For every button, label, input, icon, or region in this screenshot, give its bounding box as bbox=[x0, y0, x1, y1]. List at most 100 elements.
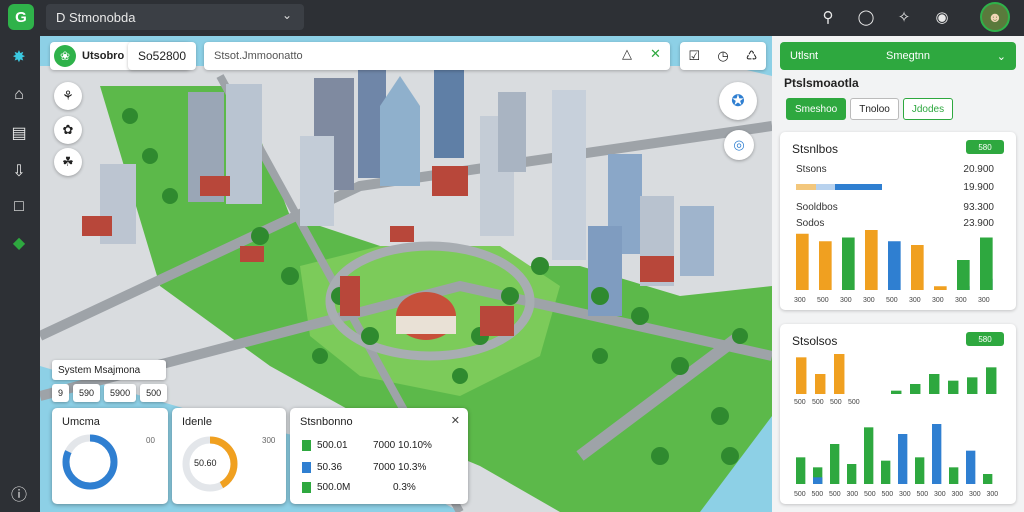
tick-label: 500 bbox=[794, 399, 806, 406]
top-bar: G D Stmonobda ⌄ ⚲ ◯ ✧ ◉ ☻ bbox=[0, 0, 1024, 36]
stats-row-value: 7000 10.3% bbox=[373, 462, 427, 473]
clipboard-icon[interactable]: ☑ bbox=[689, 48, 701, 64]
stats-card-title: Stsnbonno bbox=[300, 416, 353, 428]
tick-label: 500 bbox=[882, 491, 894, 498]
clipboard-icon[interactable]: ▤ bbox=[8, 122, 30, 144]
chart-bar bbox=[813, 477, 823, 484]
circle-icon[interactable]: ◯ bbox=[856, 6, 876, 28]
map-search-placeholder: Stsot.Jmmoonatto bbox=[214, 50, 303, 62]
map-toolbar-label: Utsobro bbox=[82, 50, 125, 62]
stats-row: 500.0M 0.3% bbox=[302, 482, 416, 493]
system-chip[interactable]: 500 bbox=[140, 384, 168, 402]
tools-icon[interactable]: ✧ bbox=[894, 6, 914, 28]
tick-label: 300 bbox=[840, 297, 852, 304]
chart-bar bbox=[847, 464, 857, 484]
tab-2[interactable]: Tnoloo bbox=[850, 98, 899, 120]
chart-bar bbox=[830, 444, 840, 484]
chart-bar bbox=[881, 460, 891, 484]
tick-label: 300 bbox=[863, 297, 875, 304]
tick-label: 300 bbox=[932, 297, 944, 304]
bar-chart-1: 300 500 300 300 500 300 300 300 300 bbox=[794, 230, 993, 304]
stats-row-label: 500.0M bbox=[317, 482, 351, 493]
chart-bar bbox=[949, 467, 959, 484]
stats-panel-1: Stsnlbos 580 Stsons 20.900 19.900 Sooldb… bbox=[780, 132, 1016, 310]
system-label: System Msajmona bbox=[52, 360, 166, 380]
tick-label: 500 bbox=[829, 491, 841, 498]
tree-icon[interactable]: ✿ bbox=[54, 116, 82, 144]
lock-icon[interactable]: △ bbox=[622, 46, 632, 62]
close-icon[interactable]: ✕ bbox=[451, 414, 460, 427]
avatar[interactable]: ☻ bbox=[980, 2, 1010, 32]
chart-bar bbox=[932, 424, 942, 484]
chart-bar bbox=[966, 450, 976, 484]
map-search-input[interactable]: Stsot.Jmmoonatto △ ✕ bbox=[204, 42, 670, 70]
compass-icon[interactable]: ✪ bbox=[719, 82, 757, 120]
stats-card: Stsnbonno ✕ 500.01 7000 10.10% 50.36 700… bbox=[290, 408, 468, 504]
tick-label: 500 bbox=[848, 399, 860, 406]
close-icon[interactable]: ✕ bbox=[650, 46, 661, 62]
donut-card-2: Idenle 300 50.60 bbox=[172, 408, 286, 504]
chart-bar bbox=[934, 286, 947, 290]
chart-bar bbox=[891, 390, 902, 394]
share-icon[interactable]: ♺ bbox=[746, 48, 758, 64]
left-sidebar: ✸ ⌂ ▤ ⇩ □ ◆ ⓘ bbox=[0, 36, 40, 512]
chart-bar bbox=[983, 474, 993, 484]
home-icon[interactable]: ⌂ bbox=[8, 84, 30, 106]
locate-icon[interactable]: ◎ bbox=[724, 130, 754, 160]
panel-header-a: Utlsnt bbox=[790, 50, 819, 62]
stats-row-value: 7000 10.10% bbox=[373, 440, 432, 451]
right-panel: Utlsnt Smegtnn ⌄ Ptslsmoaotla Smeshoo Tn… bbox=[772, 36, 1024, 512]
tick-label: 500 bbox=[817, 297, 829, 304]
bike-icon[interactable]: ⚘ bbox=[54, 82, 82, 110]
network-icon[interactable]: ✸ bbox=[8, 46, 30, 68]
plant-icon[interactable]: ☘ bbox=[54, 148, 82, 176]
chart-bar bbox=[986, 367, 997, 394]
notification-icon[interactable]: ◉ bbox=[932, 6, 952, 28]
donut-chart-2 bbox=[182, 436, 238, 492]
chevron-down-icon: ⌄ bbox=[281, 8, 292, 22]
tick-label: 300 bbox=[847, 491, 859, 498]
help-icon[interactable]: ⓘ bbox=[8, 482, 30, 504]
tick-label: 500 bbox=[917, 491, 929, 498]
layers-icon[interactable]: ◆ bbox=[8, 232, 30, 254]
chart-bar bbox=[911, 245, 924, 290]
project-select[interactable]: D Stmonobda ⌄ bbox=[46, 4, 304, 30]
tab-1[interactable]: Smeshoo bbox=[786, 98, 847, 120]
tick-label: 300 bbox=[934, 491, 946, 498]
legend-swatch bbox=[302, 440, 311, 451]
download-icon[interactable]: ⇩ bbox=[8, 160, 30, 182]
system-chip[interactable]: 9 bbox=[52, 384, 70, 402]
tick-label: 300 bbox=[987, 491, 999, 498]
system-chip[interactable]: 590 bbox=[73, 384, 101, 402]
donut-chart-1 bbox=[62, 434, 118, 490]
chart-bar bbox=[957, 260, 970, 290]
tick-label: 500 bbox=[812, 491, 824, 498]
square-icon[interactable]: □ bbox=[8, 196, 30, 218]
stats-row-label: 500.01 bbox=[317, 440, 348, 451]
chart-bar bbox=[929, 374, 940, 394]
leaf-icon: ❀ bbox=[54, 45, 76, 67]
panel-subtitle: Ptslsmoaotla bbox=[784, 76, 859, 90]
panel-header[interactable]: Utlsnt Smegtnn ⌄ bbox=[780, 42, 1016, 70]
chart-bar bbox=[865, 230, 878, 290]
system-chip[interactable]: 5900 bbox=[104, 384, 137, 402]
clock-icon[interactable]: ◷ bbox=[717, 48, 728, 64]
chart-bar bbox=[967, 377, 978, 394]
chart-bar bbox=[796, 357, 807, 394]
chart-bar bbox=[796, 233, 809, 290]
donut-card-1: Umcma 00 bbox=[52, 408, 168, 504]
project-select-label: D Stmonobda bbox=[56, 9, 136, 25]
tick-label: 300 bbox=[909, 297, 921, 304]
chart-bar bbox=[842, 237, 855, 290]
search-icon[interactable]: ⚲ bbox=[818, 6, 838, 28]
tab-3[interactable]: Jdodes bbox=[902, 98, 954, 120]
tick-label: 300 bbox=[978, 297, 990, 304]
chart-bar bbox=[815, 374, 826, 394]
tick-label: 300 bbox=[952, 491, 964, 498]
chevron-down-icon[interactable]: ⌄ bbox=[997, 50, 1006, 63]
map-actions: ☑ ◷ ♺ bbox=[680, 42, 766, 70]
bar-chart-2: 500 500 500 500 500 500 500 300 500 500 300 500 300 3… bbox=[794, 354, 999, 498]
tick-label: 500 bbox=[830, 399, 842, 406]
app-logo[interactable]: G bbox=[8, 4, 34, 30]
tick-label: 300 bbox=[955, 297, 967, 304]
